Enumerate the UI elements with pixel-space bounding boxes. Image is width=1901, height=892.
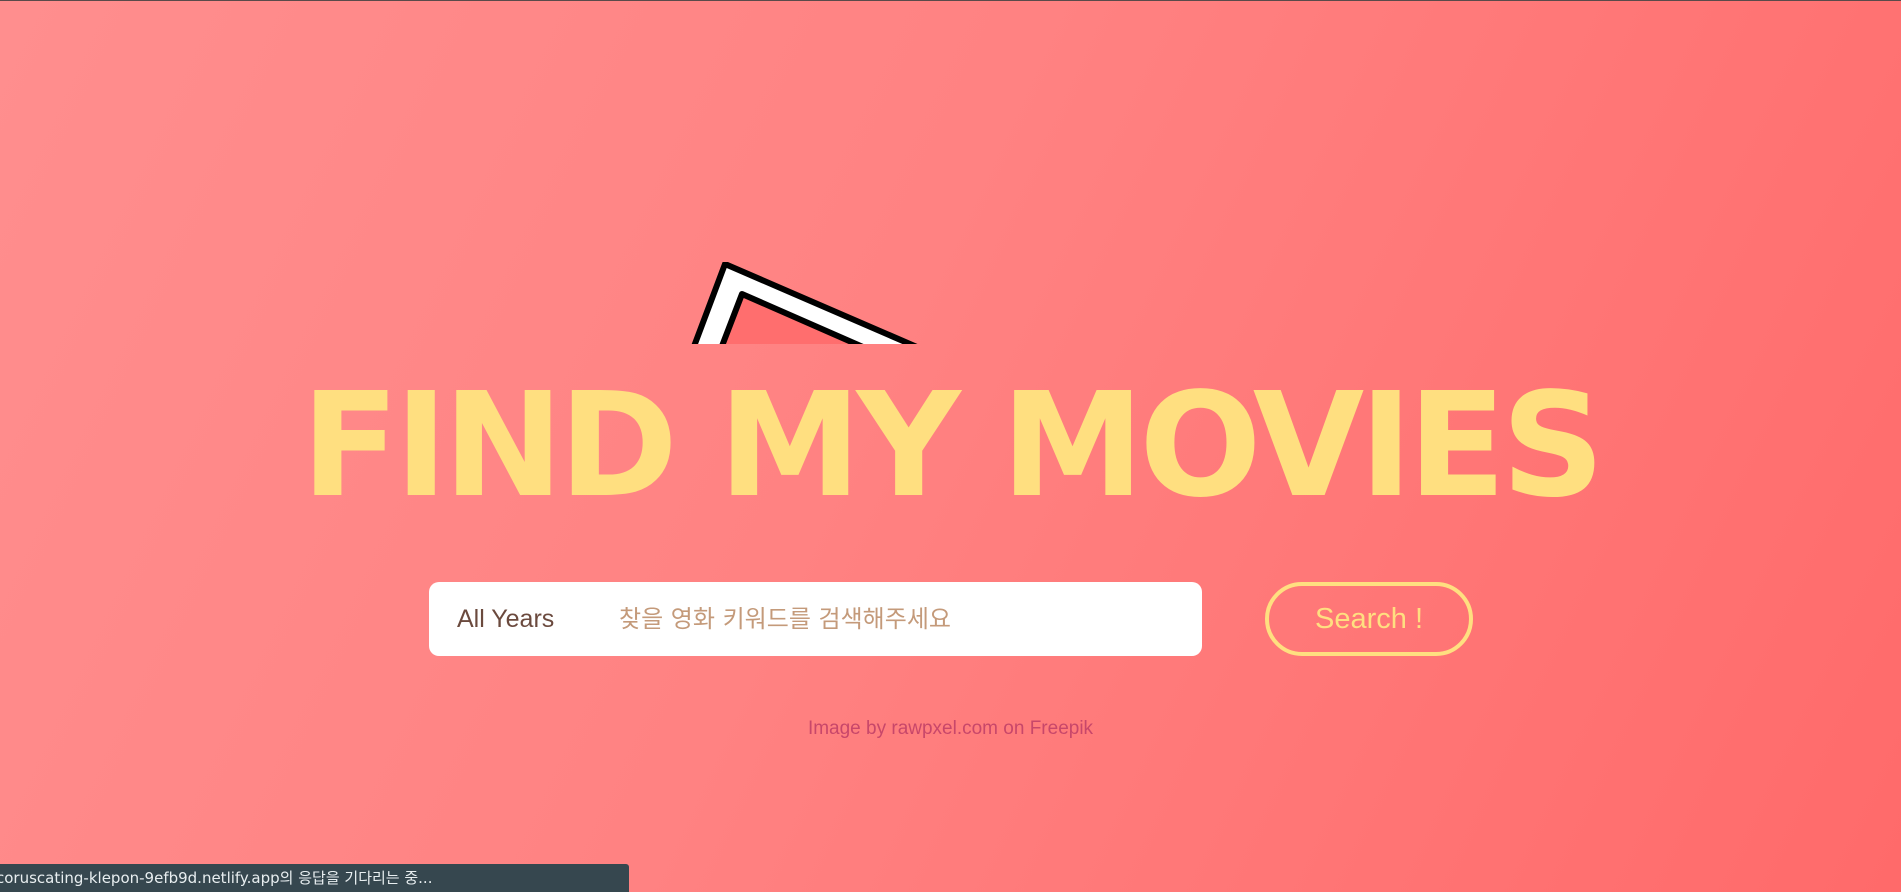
ticket-illustration-icon xyxy=(690,262,940,344)
search-input[interactable] xyxy=(604,582,1202,656)
status-text: coruscating-klepon-9efb9d.netlify.app의 응… xyxy=(0,869,433,887)
page-title: FIND MY MOVIES xyxy=(301,361,1605,529)
browser-top-border xyxy=(0,0,1901,1)
search-box: All Years xyxy=(429,582,1202,656)
year-select[interactable]: All Years xyxy=(429,605,604,634)
image-credit: Image by rawpxel.com on Freepik xyxy=(807,718,1094,739)
browser-status-bar: coruscating-klepon-9efb9d.netlify.app의 응… xyxy=(0,864,629,892)
search-button[interactable]: Search ! xyxy=(1265,582,1473,656)
